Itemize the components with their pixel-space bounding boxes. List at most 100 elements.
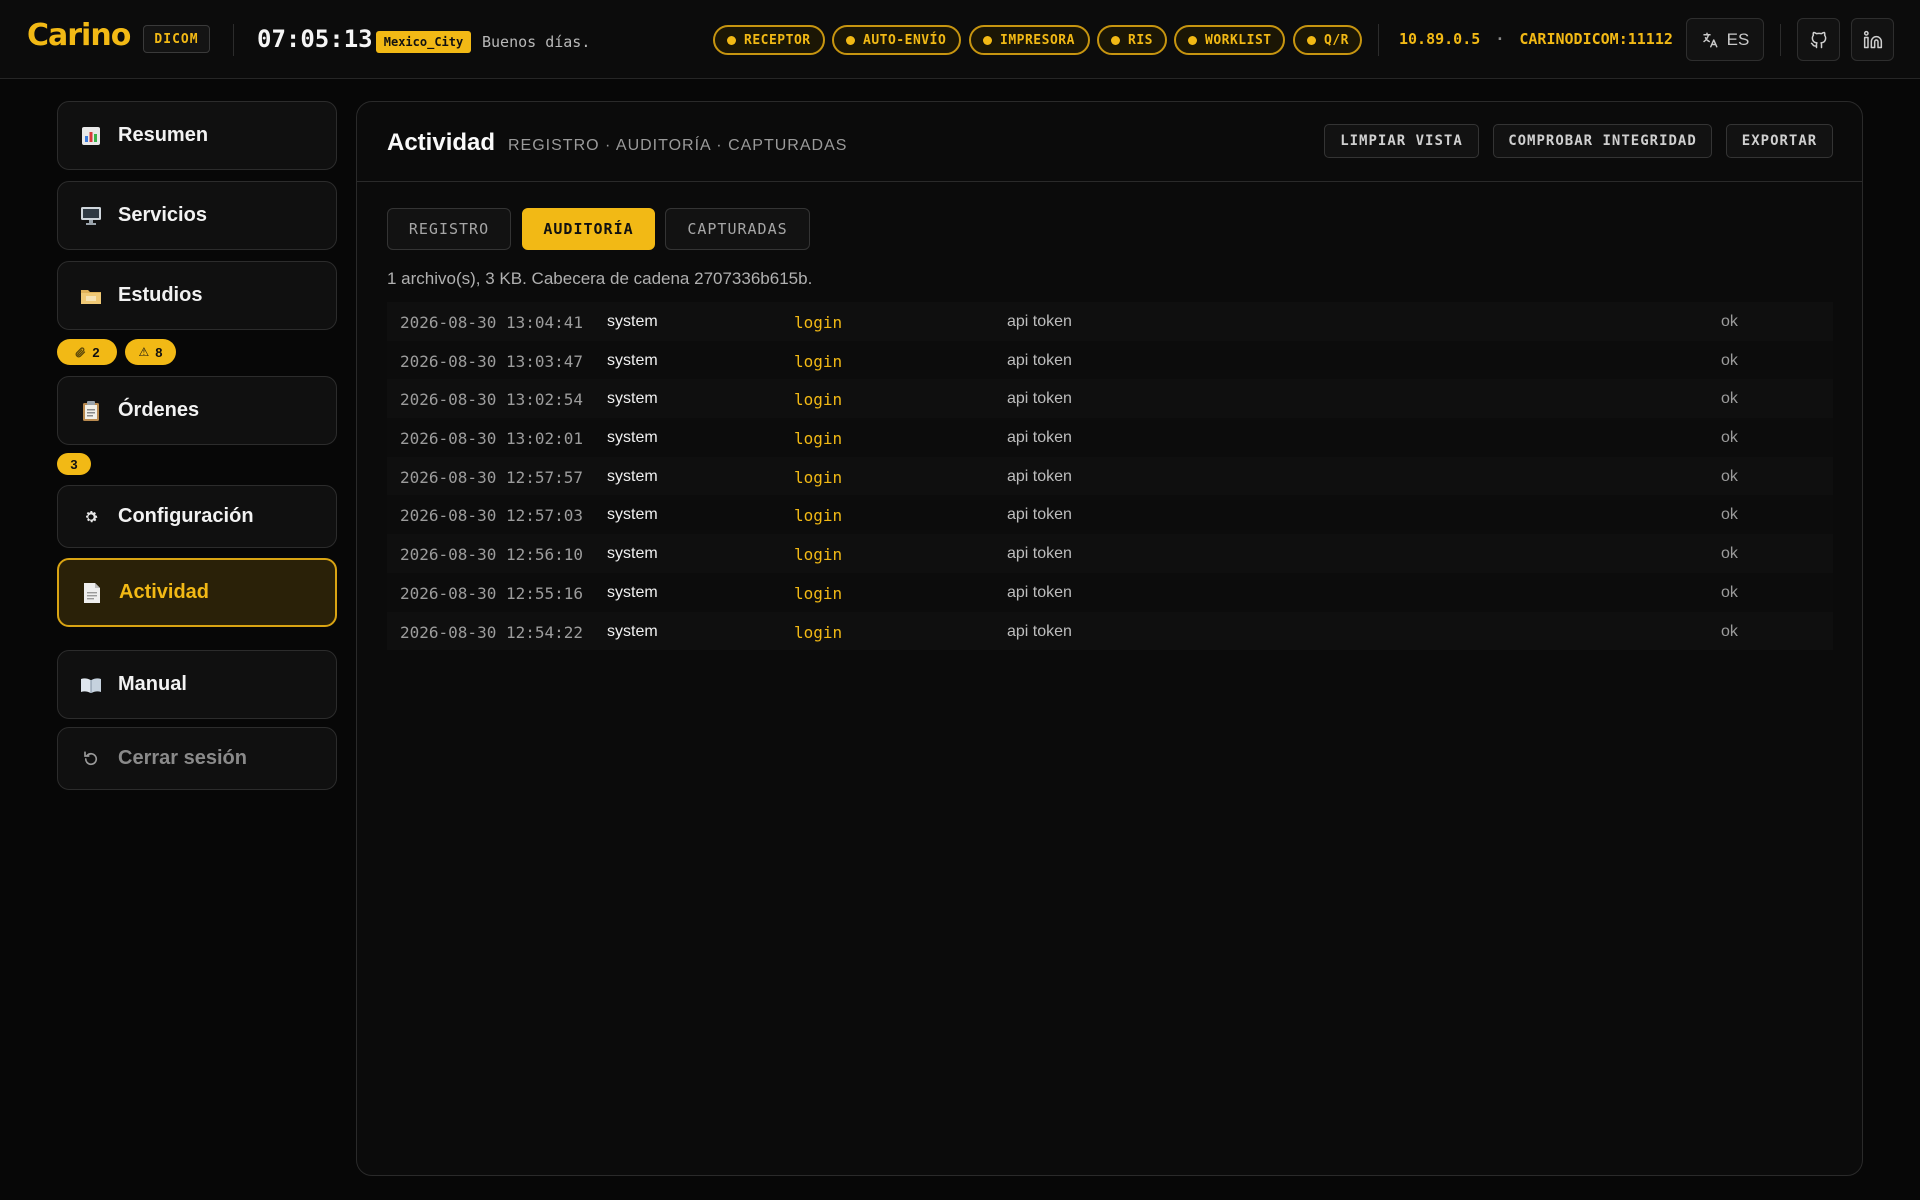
- clipboard-icon: [80, 400, 102, 422]
- status-pill-worklist[interactable]: WORKLIST: [1174, 25, 1285, 55]
- row-result: ok: [1721, 545, 1738, 563]
- row-user: system: [607, 583, 658, 601]
- table-row[interactable]: 2026-08-30 13:04:41 system login api tok…: [387, 302, 1833, 341]
- status-pill-ris[interactable]: RIS: [1097, 25, 1167, 55]
- status-pill-label: RIS: [1128, 32, 1153, 48]
- monitor-icon: [80, 205, 102, 227]
- sidebar-item-servicios[interactable]: Servicios: [57, 181, 337, 250]
- clear-view-button[interactable]: LIMPIAR VISTA: [1324, 124, 1479, 158]
- row-action: login: [794, 390, 843, 410]
- tab-capturadas[interactable]: CAPTURADAS: [665, 208, 810, 250]
- ordenes-badge[interactable]: 3: [57, 453, 91, 475]
- folder-icon: [80, 285, 102, 307]
- status-pill-auto-envio[interactable]: AUTO-ENVÍO: [832, 25, 961, 55]
- document-icon: [81, 582, 103, 604]
- sidebar-item-cerrar-sesion[interactable]: Cerrar sesión: [57, 727, 337, 790]
- row-timestamp: 2026-08-30 12:55:16: [400, 583, 584, 603]
- table-row[interactable]: 2026-08-30 12:56:10 system login api tok…: [387, 534, 1833, 573]
- divider: [233, 24, 234, 56]
- sidebar-item-resumen[interactable]: Resumen: [57, 101, 337, 170]
- badge-count: 8: [155, 344, 163, 360]
- table-row[interactable]: 2026-08-30 12:55:16 system login api tok…: [387, 572, 1833, 612]
- table-row[interactable]: 2026-08-30 13:03:47 system login api tok…: [387, 340, 1833, 380]
- row-user: system: [607, 390, 658, 408]
- export-button[interactable]: EXPORTAR: [1726, 124, 1833, 158]
- book-icon: [80, 674, 102, 696]
- estudios-attachment-badge[interactable]: 2: [57, 339, 117, 365]
- host-ae-title: CARINODICOM:11112: [1519, 30, 1673, 48]
- github-button[interactable]: [1797, 18, 1840, 61]
- timezone-badge: Mexico_City: [376, 31, 471, 53]
- row-result: ok: [1721, 583, 1738, 601]
- language-code: ES: [1726, 29, 1750, 49]
- sidebar-item-label: Órdenes: [118, 399, 200, 421]
- row-detail: api token: [1007, 351, 1072, 369]
- host-address: 10.89.0.5 · CARINODICOM:11112: [1399, 30, 1673, 48]
- table-row[interactable]: 2026-08-30 13:02:54 system login api tok…: [387, 379, 1833, 419]
- row-user: system: [607, 351, 658, 369]
- greeting: Buenos días.: [482, 33, 591, 51]
- row-timestamp: 2026-08-30 13:02:01: [400, 429, 584, 449]
- row-action: login: [794, 429, 843, 449]
- row-detail: api token: [1007, 583, 1072, 601]
- audit-summary: 1 archivo(s), 3 KB. Cabecera de cadena 2…: [387, 269, 813, 288]
- row-user: system: [607, 429, 658, 447]
- estudios-warning-badge[interactable]: ⚠ 8: [125, 339, 176, 365]
- tab-auditoria[interactable]: AUDITORÍA: [522, 208, 655, 250]
- linkedin-icon: [1863, 30, 1882, 48]
- row-action: login: [794, 313, 843, 332]
- status-dot-icon: [846, 35, 855, 45]
- row-action: login: [794, 622, 843, 642]
- gear-icon: [80, 506, 102, 528]
- status-pill-label: AUTO-ENVÍO: [863, 32, 947, 48]
- row-user: system: [607, 313, 658, 330]
- row-timestamp: 2026-08-30 13:03:47: [400, 351, 584, 371]
- row-detail: api token: [1007, 545, 1072, 563]
- sidebar-item-ordenes[interactable]: Órdenes: [57, 376, 337, 445]
- page-title: Actividad: [387, 129, 496, 156]
- linkedin-button[interactable]: [1851, 18, 1894, 61]
- status-dot-icon: [727, 35, 736, 45]
- row-action: login: [794, 351, 843, 371]
- row-timestamp: 2026-08-30 12:56:10: [400, 545, 584, 565]
- status-dot-icon: [1188, 35, 1197, 45]
- app-logo[interactable]: Carino: [27, 18, 131, 53]
- tab-registro[interactable]: REGISTRO: [387, 208, 511, 250]
- row-detail: api token: [1007, 506, 1072, 524]
- status-pill-qr[interactable]: Q/R: [1293, 25, 1362, 55]
- sidebar-item-label: Manual: [118, 673, 187, 695]
- row-detail: api token: [1007, 429, 1072, 447]
- table-row[interactable]: 2026-08-30 13:02:01 system login api tok…: [387, 418, 1833, 457]
- verify-integrity-button[interactable]: COMPROBAR INTEGRIDAD: [1493, 124, 1712, 158]
- logout-icon: [80, 748, 102, 770]
- dicom-tag: DICOM: [143, 25, 210, 53]
- table-row[interactable]: 2026-08-30 12:57:03 system login api tok…: [387, 495, 1833, 535]
- sidebar-item-actividad[interactable]: Actividad: [57, 558, 337, 627]
- row-result: ok: [1721, 390, 1738, 408]
- row-result: ok: [1721, 351, 1738, 369]
- status-pill-impresora[interactable]: IMPRESORA: [969, 25, 1090, 55]
- page-subtitle: REGISTRO · AUDITORÍA · CAPTURADAS: [508, 137, 848, 154]
- status-pill-receptor[interactable]: RECEPTOR: [713, 25, 825, 55]
- row-action: login: [794, 467, 843, 487]
- row-detail: api token: [1007, 390, 1072, 408]
- table-row[interactable]: 2026-08-30 12:54:22 system login api tok…: [387, 611, 1833, 651]
- paperclip-icon: [76, 347, 86, 358]
- divider: [1378, 24, 1379, 56]
- warning-icon: ⚠: [138, 345, 150, 359]
- audit-log-table: 2026-08-30 13:04:41 system login api tok…: [387, 302, 1833, 651]
- row-result: ok: [1721, 467, 1738, 485]
- translate-icon: [1702, 32, 1718, 47]
- github-icon: [1810, 31, 1826, 48]
- table-row[interactable]: 2026-08-30 12:57:57 system login api tok…: [387, 456, 1833, 496]
- bar-chart-icon: [80, 125, 102, 147]
- row-result: ok: [1721, 429, 1738, 447]
- sidebar-item-estudios[interactable]: Estudios: [57, 261, 337, 330]
- row-result: ok: [1721, 313, 1738, 330]
- badge-count: 2: [92, 344, 100, 360]
- sidebar-item-configuracion[interactable]: Configuración: [57, 485, 337, 548]
- sidebar-item-manual[interactable]: Manual: [57, 650, 337, 719]
- language-button[interactable]: ES: [1686, 18, 1764, 61]
- row-timestamp: 2026-08-30 13:04:41: [400, 313, 584, 332]
- row-result: ok: [1721, 506, 1738, 524]
